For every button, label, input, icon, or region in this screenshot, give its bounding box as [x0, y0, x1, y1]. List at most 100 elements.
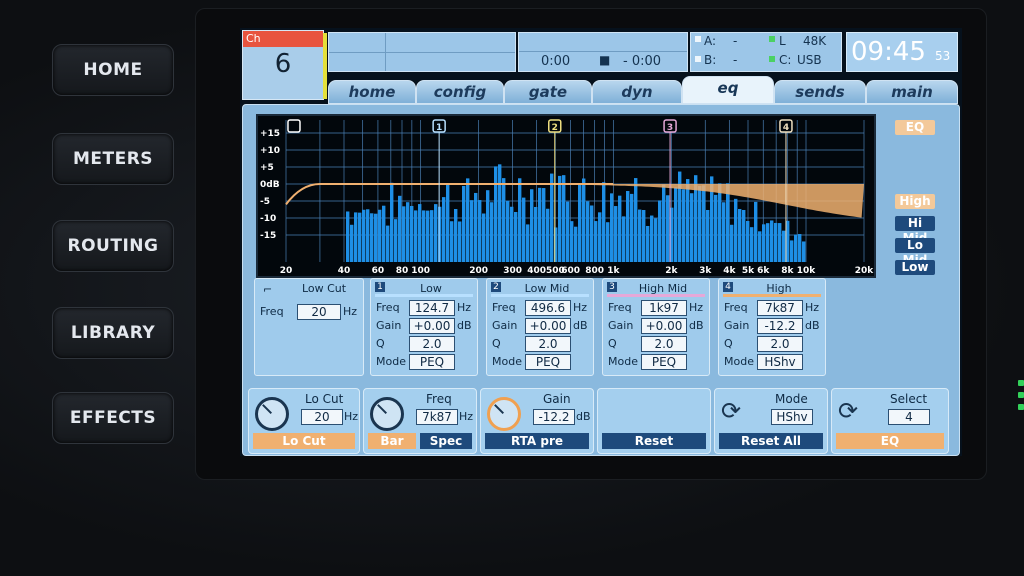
tab-main[interactable]: main: [866, 80, 958, 104]
home-hardware-button[interactable]: HOME: [52, 44, 174, 96]
spectrum-bar: [602, 182, 606, 262]
band-mode-value[interactable]: HShv: [757, 354, 803, 370]
freq-tick-label: 3k: [699, 266, 712, 276]
gain-knob[interactable]: [487, 397, 521, 431]
spectrum-bar: [726, 183, 730, 262]
low-cut-box[interactable]: ⌐ Low Cut Freq 20 Hz: [254, 278, 364, 376]
spectrum-bar: [354, 212, 358, 262]
freq-tick-label: 1k: [607, 266, 620, 276]
select-encoder-icon[interactable]: ⟳: [838, 397, 858, 425]
input-b-label: B:: [704, 53, 717, 67]
spectrum-bar: [538, 187, 542, 262]
band-himid-button[interactable]: Hi Mid: [895, 216, 935, 245]
spectrum-bar: [698, 185, 702, 262]
spectrum-bar: [442, 197, 446, 262]
band-gain-value[interactable]: -12.2: [757, 318, 803, 334]
tab-dyn[interactable]: dyn: [592, 80, 682, 104]
spectrum-bar: [674, 187, 678, 262]
db-tick-label: +5: [260, 163, 274, 173]
lo-cut-knob[interactable]: [255, 397, 289, 431]
io-status: A: - B: - L 48K C: USB: [690, 32, 842, 72]
spectrum-bar: [578, 183, 582, 262]
band-gain-value[interactable]: +0.00: [525, 318, 571, 334]
library-hardware-button[interactable]: LIBRARY: [52, 307, 174, 359]
spectrum-bar: [386, 225, 390, 262]
lo-cut-ctrl-title: Lo Cut: [305, 392, 344, 406]
band-lomid-button[interactable]: Lo Mid: [895, 238, 935, 267]
spectrum-bar: [594, 221, 598, 262]
freq-knob[interactable]: [370, 397, 404, 431]
tab-eq[interactable]: eq: [682, 76, 774, 104]
spectrum-bar: [458, 221, 462, 262]
stop-icon[interactable]: ■: [599, 53, 610, 67]
freq-tick-label: 8k: [781, 266, 794, 276]
spectrum-bar: [550, 173, 554, 262]
freq-control[interactable]: Freq 7k87 Hz Bar Spec: [363, 388, 477, 454]
lo-cut-control[interactable]: Lo Cut 20 Hz Lo Cut: [248, 388, 360, 454]
band-q-value[interactable]: 2.0: [409, 336, 455, 352]
band-1-box[interactable]: 1 Low Freq 124.7 Hz Gain +0.00 dB Q 2.0 Mode PEQ: [370, 278, 478, 376]
low-cut-freq-value[interactable]: 20: [297, 304, 341, 320]
spectrum-bar: [414, 210, 418, 262]
band-number: 4: [723, 282, 733, 292]
spec-display-button[interactable]: Spec: [420, 433, 472, 449]
rta-pre-button[interactable]: RTA pre: [485, 433, 589, 449]
spectrum-bar: [646, 225, 650, 262]
band-4-box[interactable]: 4 High Freq 7k87 Hz Gain -12.2 dB Q 2.0 Mode HShv: [718, 278, 826, 376]
meters-hardware-button[interactable]: METERS: [52, 133, 174, 185]
select-control[interactable]: ⟳ Select 4 EQ: [831, 388, 949, 454]
tab-config[interactable]: config: [416, 80, 504, 104]
gain-control[interactable]: Gain -12.2 dB RTA pre: [480, 388, 594, 454]
rotate-encoder-icon[interactable]: ⟳: [721, 397, 741, 425]
band-freq-value[interactable]: 1k97: [641, 300, 687, 316]
spectrum-bar: [686, 179, 690, 262]
db-tick-label: -5: [260, 197, 270, 207]
band-low-button[interactable]: Low: [895, 260, 935, 275]
reset-all-button[interactable]: Reset All: [719, 433, 823, 449]
spectrum-bar: [358, 212, 362, 262]
eq-toggle-button[interactable]: EQ: [895, 120, 935, 135]
reset-control[interactable]: Reset: [597, 388, 711, 454]
spectrum-bar: [542, 188, 546, 262]
band-q-value[interactable]: 2.0: [757, 336, 803, 352]
band-mode-value[interactable]: PEQ: [525, 354, 571, 370]
eq-graph-svg: +15 +10 +5 0dB -5 -10 -15 20 40 60 80 100 200 300 400 5…: [260, 119, 874, 276]
spectrum-bar: [406, 202, 410, 262]
eq-select-button[interactable]: EQ: [836, 433, 944, 449]
band-gain-value[interactable]: +0.00: [641, 318, 687, 334]
band-freq-value[interactable]: 124.7: [409, 300, 455, 316]
spectrum-bar: [590, 205, 594, 262]
band-q-value[interactable]: 2.0: [525, 336, 571, 352]
band-high-button[interactable]: High: [895, 194, 935, 209]
eq-graph[interactable]: +15 +10 +5 0dB -5 -10 -15 20 40 60 80 100 200 300 400 5…: [256, 114, 876, 278]
spectrum-bar: [742, 209, 746, 262]
mode-ctrl-value: HShv: [771, 409, 813, 425]
tab-sends[interactable]: sends: [774, 80, 866, 104]
reset-button[interactable]: Reset: [602, 433, 706, 449]
band-q-label: Q: [724, 337, 733, 350]
gain-ctrl-value: -12.2: [533, 409, 575, 425]
mode-control[interactable]: ⟳ Mode HShv Reset All: [714, 388, 828, 454]
band-3-box[interactable]: 3 High Mid Freq 1k97 Hz Gain +0.00 dB Q 2.0 Mode PE…: [602, 278, 710, 376]
band-freq-value[interactable]: 496.6: [525, 300, 571, 316]
band-color-bar: [375, 294, 473, 297]
routing-hardware-button[interactable]: ROUTING: [52, 220, 174, 272]
spectrum-bar: [626, 190, 630, 262]
spectrum-bar: [434, 204, 438, 262]
band-mode-value[interactable]: PEQ: [409, 354, 455, 370]
spectrum-bar: [446, 184, 450, 262]
effects-hardware-button[interactable]: EFFECTS: [52, 392, 174, 444]
spectrum-bar: [546, 208, 550, 262]
band-2-box[interactable]: 2 Low Mid Freq 496.6 Hz Gain +0.00 dB Q 2.0 Mode PE…: [486, 278, 594, 376]
band-mode-value[interactable]: PEQ: [641, 354, 687, 370]
channel-box[interactable]: Ch 6: [242, 30, 327, 100]
bar-display-button[interactable]: Bar: [368, 433, 416, 449]
band-q-value[interactable]: 2.0: [641, 336, 687, 352]
band-gain-value[interactable]: +0.00: [409, 318, 455, 334]
tab-home[interactable]: home: [328, 80, 416, 104]
band-freq-value[interactable]: 7k87: [757, 300, 803, 316]
scene-display: [328, 32, 516, 72]
band-mode-label: Mode: [724, 355, 754, 368]
tab-gate[interactable]: gate: [504, 80, 592, 104]
lo-cut-toggle[interactable]: Lo Cut: [253, 433, 355, 449]
